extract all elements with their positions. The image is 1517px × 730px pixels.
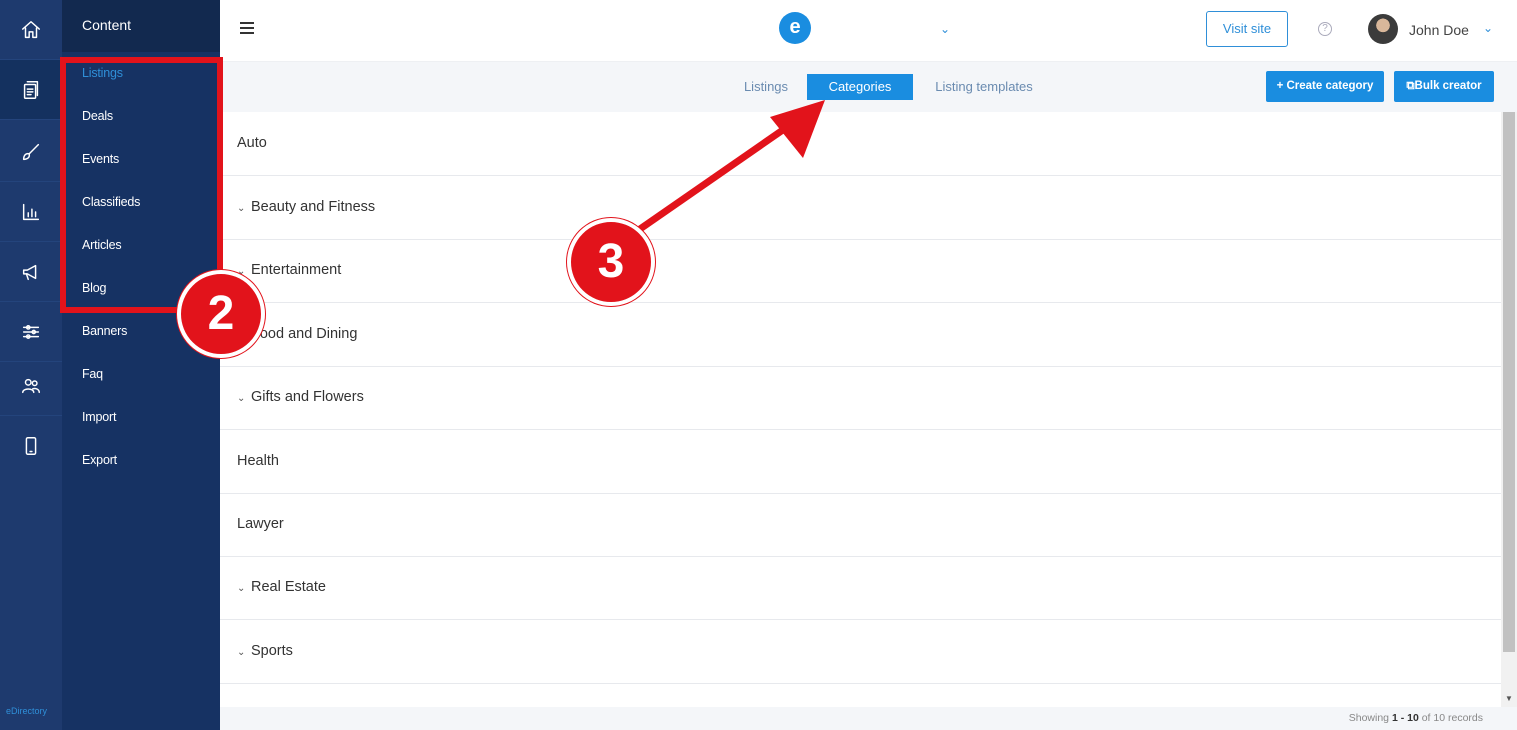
category-name: Entertainment: [251, 262, 342, 278]
list-item[interactable]: Auto: [220, 112, 1501, 176]
list-item[interactable]: ⌄ Gifts and Flowers: [220, 366, 1501, 430]
category-name: Gifts and Flowers: [251, 389, 364, 405]
category-list: Auto ⌄ Beauty and Fitness ⌄ Entertainment …: [220, 112, 1501, 707]
chevron-down-icon[interactable]: ⌄: [940, 22, 950, 36]
bulk-creator-button[interactable]: ⧉Bulk creator: [1394, 71, 1494, 102]
tab-categories[interactable]: Categories: [807, 74, 913, 100]
user-name[interactable]: John Doe: [1409, 22, 1469, 38]
records-count: Showing 1 - 10 of 10 records: [1348, 712, 1483, 724]
rail-home[interactable]: [0, 0, 62, 60]
rail-reports[interactable]: [0, 182, 62, 242]
brush-icon: [22, 143, 40, 160]
content-submenu: Content Listings Deals Events Classified…: [62, 0, 220, 730]
rail-design[interactable]: [0, 122, 62, 182]
chevron-down-icon[interactable]: ⌄: [237, 203, 247, 214]
megaphone-icon: [22, 264, 37, 280]
submenu-item-blog[interactable]: Blog: [82, 281, 106, 295]
rail-settings[interactable]: [0, 302, 62, 362]
tab-listing-templates[interactable]: Listing templates: [920, 74, 1048, 100]
list-item[interactable]: Health: [220, 430, 1501, 494]
chevron-down-icon[interactable]: ⌄: [237, 583, 247, 594]
chevron-down-icon[interactable]: ⌄: [237, 647, 247, 658]
list-item[interactable]: ⌄ Sports: [220, 620, 1501, 684]
copy-icon: ⧉: [1406, 80, 1415, 92]
help-icon[interactable]: ?: [1318, 22, 1332, 36]
icon-rail: eDirectory: [0, 0, 62, 730]
bulk-creator-label: Bulk creator: [1414, 80, 1482, 92]
list-item[interactable]: ⌄ Beauty and Fitness: [220, 176, 1501, 240]
submenu-item-import[interactable]: Import: [82, 410, 116, 424]
avatar[interactable]: [1368, 14, 1398, 44]
category-name: Real Estate: [251, 579, 326, 595]
chart-icon: [22, 203, 40, 220]
submenu-item-export[interactable]: Export: [82, 453, 117, 467]
submenu-item-classifieds[interactable]: Classifieds: [82, 195, 140, 209]
create-category-button[interactable]: + Create category: [1266, 71, 1384, 102]
chevron-down-icon[interactable]: ⌄: [237, 393, 247, 404]
submenu-item-articles[interactable]: Articles: [82, 238, 122, 252]
tab-bar: Listings Categories Listing templates + …: [220, 62, 1517, 112]
tab-listings[interactable]: Listings: [726, 74, 806, 100]
list-item[interactable]: Lawyer: [220, 493, 1501, 557]
submenu-item-faq[interactable]: Faq: [82, 367, 103, 381]
list-item[interactable]: ⌄ Entertainment: [220, 239, 1501, 303]
home-icon: [22, 20, 40, 38]
scroll-down-icon[interactable]: ▼: [1505, 694, 1513, 703]
chevron-down-icon[interactable]: ⌄: [237, 330, 247, 341]
category-name: Beauty and Fitness: [251, 199, 376, 215]
rail-users[interactable]: [0, 356, 62, 416]
brand-footer: eDirectory: [6, 706, 48, 716]
submenu-item-banners[interactable]: Banners: [82, 324, 127, 338]
rail-content[interactable]: [0, 60, 62, 120]
content-icon: [23, 80, 39, 99]
top-bar: e ⌄ Visit site ? John Doe ⌄: [220, 0, 1517, 62]
menu-icon[interactable]: [240, 22, 254, 34]
mobile-icon: [25, 437, 37, 455]
site-logo[interactable]: e: [779, 12, 811, 44]
user-chevron-down-icon[interactable]: ⌄: [1483, 21, 1493, 35]
list-footer: Showing 1 - 10 of 10 records: [220, 707, 1517, 730]
category-name: Food and Dining: [251, 326, 358, 342]
submenu-title: Content: [82, 17, 132, 33]
visit-site-button[interactable]: Visit site: [1206, 11, 1288, 47]
list-scrollbar[interactable]: ▼: [1501, 112, 1517, 707]
category-name: Sports: [251, 643, 293, 659]
submenu-item-deals[interactable]: Deals: [82, 109, 113, 123]
users-icon: [22, 378, 40, 393]
category-name: Auto: [237, 135, 267, 151]
submenu-item-events[interactable]: Events: [82, 152, 119, 166]
rail-promote[interactable]: [0, 242, 62, 302]
list-item[interactable]: ⌄ Food and Dining: [220, 303, 1501, 367]
submenu-item-listings[interactable]: Listings: [82, 66, 123, 80]
scroll-thumb[interactable]: [1503, 112, 1515, 652]
rail-mobile[interactable]: [0, 416, 62, 476]
sliders-icon: [22, 324, 40, 339]
list-item[interactable]: ⌄ Real Estate: [220, 556, 1501, 620]
category-name: Lawyer: [237, 516, 284, 532]
category-name: Health: [237, 453, 279, 469]
chevron-down-icon[interactable]: ⌄: [237, 266, 247, 277]
